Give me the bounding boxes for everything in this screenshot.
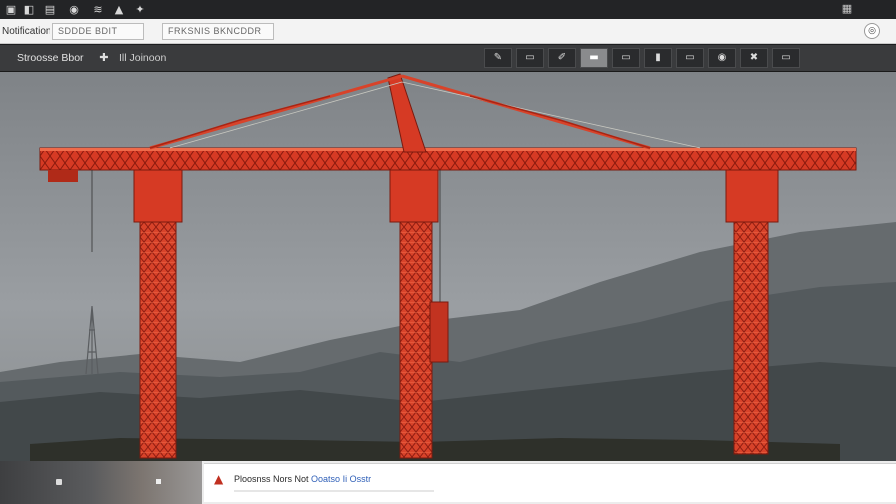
window-icon[interactable]: ▣ — [4, 3, 18, 17]
address-field-one[interactable]: SDDDE BDIT — [52, 22, 144, 40]
caption-text: Ploosnss Nors Not Ooatso Ii Osstr — [234, 474, 371, 484]
crane-jib-highlight — [40, 148, 856, 151]
grid-icon[interactable]: ◧ — [22, 3, 36, 17]
wifi-icon[interactable]: ≋ — [88, 3, 108, 17]
refresh-icon[interactable]: ◎ — [864, 23, 880, 39]
panel-icon[interactable]: ▦ — [840, 2, 854, 16]
text-icon[interactable]: ▲ — [112, 3, 126, 17]
thumbnail-marker[interactable] — [56, 479, 62, 485]
address-bar: Notification SDDDE BDIT FRKSNIS BKNCDDR … — [0, 19, 896, 44]
thumbnail-strip[interactable] — [0, 461, 202, 504]
caption-link[interactable]: Ooatso Ii Osstr — [311, 474, 371, 484]
image-viewport[interactable] — [0, 72, 896, 461]
crane-jib — [39, 147, 857, 171]
toolbar: Stroosse Bbor ✚ Ill Joinoon ✎ ▭ ✐ ▬ ▭ ▮ ▭ ◉ ✖ ▭ — [0, 45, 896, 72]
caption-divider — [234, 490, 434, 492]
toolbar-button-3[interactable]: ✐ — [548, 48, 576, 68]
system-bar: ▣ ◧ ▤ ◉ ≋ ▲ ✦ ▦ — [0, 0, 896, 19]
toolbar-button-9[interactable]: ✖ — [740, 48, 768, 68]
toolbar-button-2[interactable]: ▭ — [516, 48, 544, 68]
toolbar-button-group: ✎ ▭ ✐ ▬ ▭ ▮ ▭ ◉ ✖ ▭ — [484, 48, 800, 68]
star-icon[interactable]: ✦ — [130, 3, 150, 17]
tower-left — [133, 169, 183, 459]
counterweight-left — [48, 170, 78, 182]
thumbnail-marker-two[interactable] — [156, 479, 161, 484]
toolbar-button-8[interactable]: ◉ — [708, 48, 736, 68]
image-icon[interactable]: ▤ — [40, 3, 60, 17]
toolbar-button-7[interactable]: ▭ — [676, 48, 704, 68]
toolbar-button-5[interactable]: ▭ — [612, 48, 640, 68]
info-icon[interactable]: ◉ — [64, 3, 84, 17]
add-icon[interactable]: ✚ — [97, 51, 111, 65]
toolbar-button-6[interactable]: ▮ — [644, 48, 672, 68]
toolbar-button-1[interactable]: ✎ — [484, 48, 512, 68]
caption-panel: ▲ Ploosnss Nors Not Ooatso Ii Osstr — [204, 463, 896, 502]
bottom-bar: ▲ Ploosnss Nors Not Ooatso Ii Osstr — [0, 461, 896, 504]
window-title: Notification — [2, 25, 50, 37]
caption-prefix: Ploosnss Nors Not — [234, 474, 309, 484]
toolbar-button-10[interactable]: ▭ — [772, 48, 800, 68]
address-field-two[interactable]: FRKSNIS BKNCDDR — [162, 22, 274, 40]
crane-photo — [0, 72, 896, 461]
warning-icon: ▲ — [214, 472, 224, 486]
toolbar-subtitle[interactable]: Ill Joinoon — [119, 52, 166, 64]
toolbar-title: Stroosse Bbor — [17, 52, 84, 64]
toolbar-button-4[interactable]: ▬ — [580, 48, 608, 68]
